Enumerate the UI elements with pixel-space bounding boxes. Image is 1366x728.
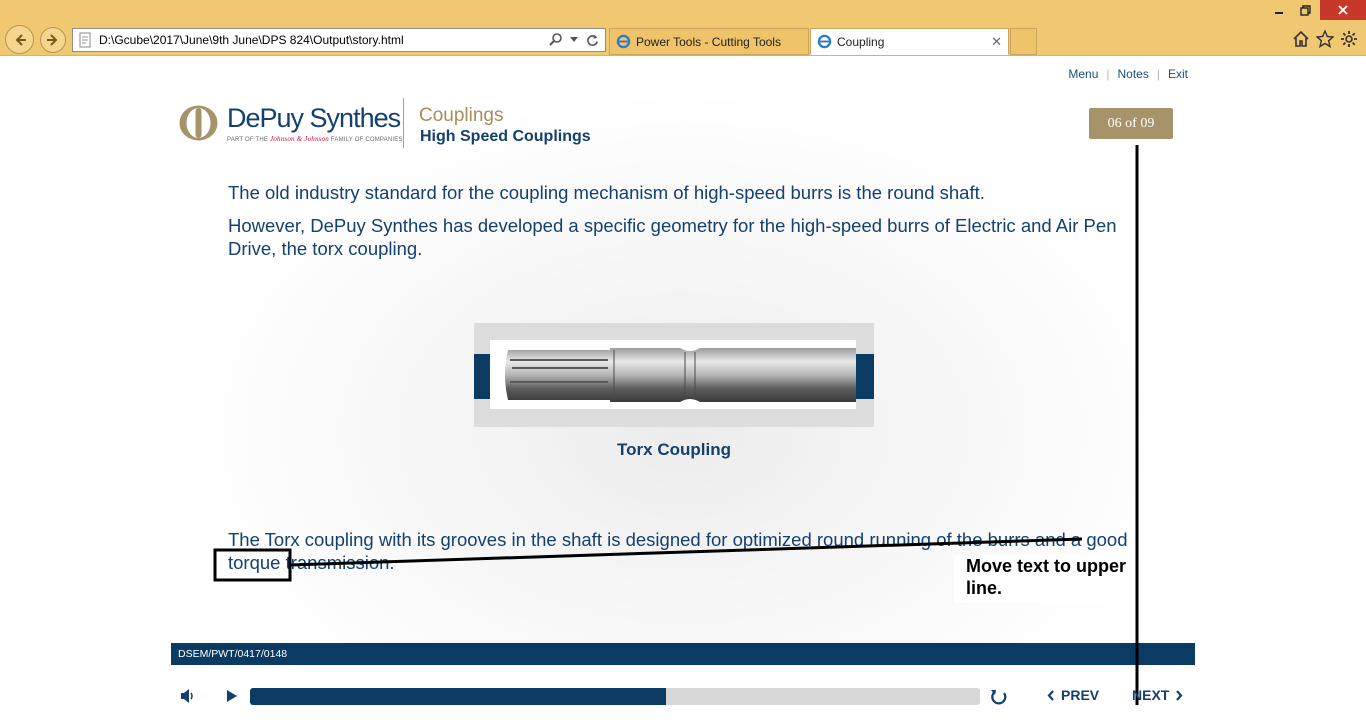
play-button[interactable] xyxy=(223,687,241,705)
annotation-note: Move text to upper line. xyxy=(954,555,1126,603)
chevron-left-icon xyxy=(1047,689,1054,701)
progress-bar[interactable] xyxy=(250,688,980,705)
brand-subline: PART OF THE Johnson & Johnson FAMILY OF … xyxy=(227,135,403,143)
image-caption: Torx Coupling xyxy=(617,440,731,459)
next-button[interactable]: NEXT xyxy=(1132,687,1183,703)
ie-icon xyxy=(616,34,631,49)
address-url[interactable]: D:\Gcube\2017\June\9th June\DPS 824\Outp… xyxy=(99,33,547,47)
settings-gear-icon[interactable] xyxy=(1340,30,1358,48)
volume-button[interactable] xyxy=(179,687,197,705)
torx-shaft-illustration xyxy=(505,348,856,402)
logo-mark-icon xyxy=(179,105,218,141)
home-icon[interactable] xyxy=(1292,30,1310,48)
back-button[interactable] xyxy=(5,25,34,54)
torx-coupling-image xyxy=(474,323,874,427)
close-window-button[interactable] xyxy=(1320,0,1366,20)
replay-icon xyxy=(991,690,1007,705)
footer-code: DSEM/PWT/0417/0148 xyxy=(178,648,288,660)
paragraph-2: However, DePuy Synthes has developed a s… xyxy=(228,215,1117,259)
forward-button[interactable] xyxy=(40,27,66,53)
chevron-right-icon xyxy=(1176,689,1183,701)
header-divider xyxy=(403,98,404,148)
play-icon xyxy=(227,690,237,702)
page-file-icon xyxy=(79,32,91,48)
close-tab-icon[interactable]: ✕ xyxy=(991,34,1002,50)
search-icon[interactable] xyxy=(547,31,565,49)
tab-label: Coupling xyxy=(837,34,885,49)
course-subtitle: High Speed Couplings xyxy=(420,128,591,145)
new-tab-button[interactable] xyxy=(1010,28,1037,55)
footer-code-bar: DSEM/PWT/0417/0148 xyxy=(171,643,1195,665)
speaker-icon xyxy=(181,689,193,703)
progress-fill xyxy=(250,688,667,705)
brand-name: DePuy Synthes xyxy=(227,103,401,133)
close-icon xyxy=(1338,5,1348,15)
depuy-synthes-logo: DePuy Synthes PART OF THE Johnson & John… xyxy=(178,97,403,149)
player-controls: PREV NEXT xyxy=(171,680,1195,712)
exit-link[interactable]: Exit xyxy=(1160,67,1188,81)
browser-chrome: D:\Gcube\2017\June\9th June\DPS 824\Outp… xyxy=(0,0,1366,56)
refresh-icon[interactable] xyxy=(583,31,601,49)
notes-link[interactable]: Notes xyxy=(1110,67,1157,81)
top-links: Menu | Notes | Exit xyxy=(1060,67,1188,81)
page-counter-badge: 06 of 09 xyxy=(1089,108,1173,139)
address-bar[interactable]: D:\Gcube\2017\June\9th June\DPS 824\Outp… xyxy=(72,28,606,52)
tab-coupling[interactable]: Coupling ✕ xyxy=(810,28,1009,55)
forward-icon xyxy=(47,34,58,46)
prev-button[interactable]: PREV xyxy=(1047,687,1099,703)
replay-button[interactable] xyxy=(989,687,1009,707)
back-icon xyxy=(15,33,26,46)
course-title: Couplings xyxy=(419,105,504,126)
prev-label: PREV xyxy=(1061,687,1100,703)
favorites-star-icon[interactable] xyxy=(1316,30,1334,48)
ie-icon xyxy=(817,34,832,49)
restore-button[interactable] xyxy=(1292,0,1318,20)
next-label: NEXT xyxy=(1132,687,1170,703)
tab-label: Power Tools - Cutting Tools xyxy=(636,34,781,49)
menu-link[interactable]: Menu xyxy=(1060,67,1106,81)
minimize-button[interactable] xyxy=(1266,0,1292,20)
paragraph-1: The old industry standard for the coupli… xyxy=(228,182,985,203)
search-dropdown-icon[interactable] xyxy=(569,31,579,49)
tab-power-tools[interactable]: Power Tools - Cutting Tools xyxy=(609,28,809,55)
